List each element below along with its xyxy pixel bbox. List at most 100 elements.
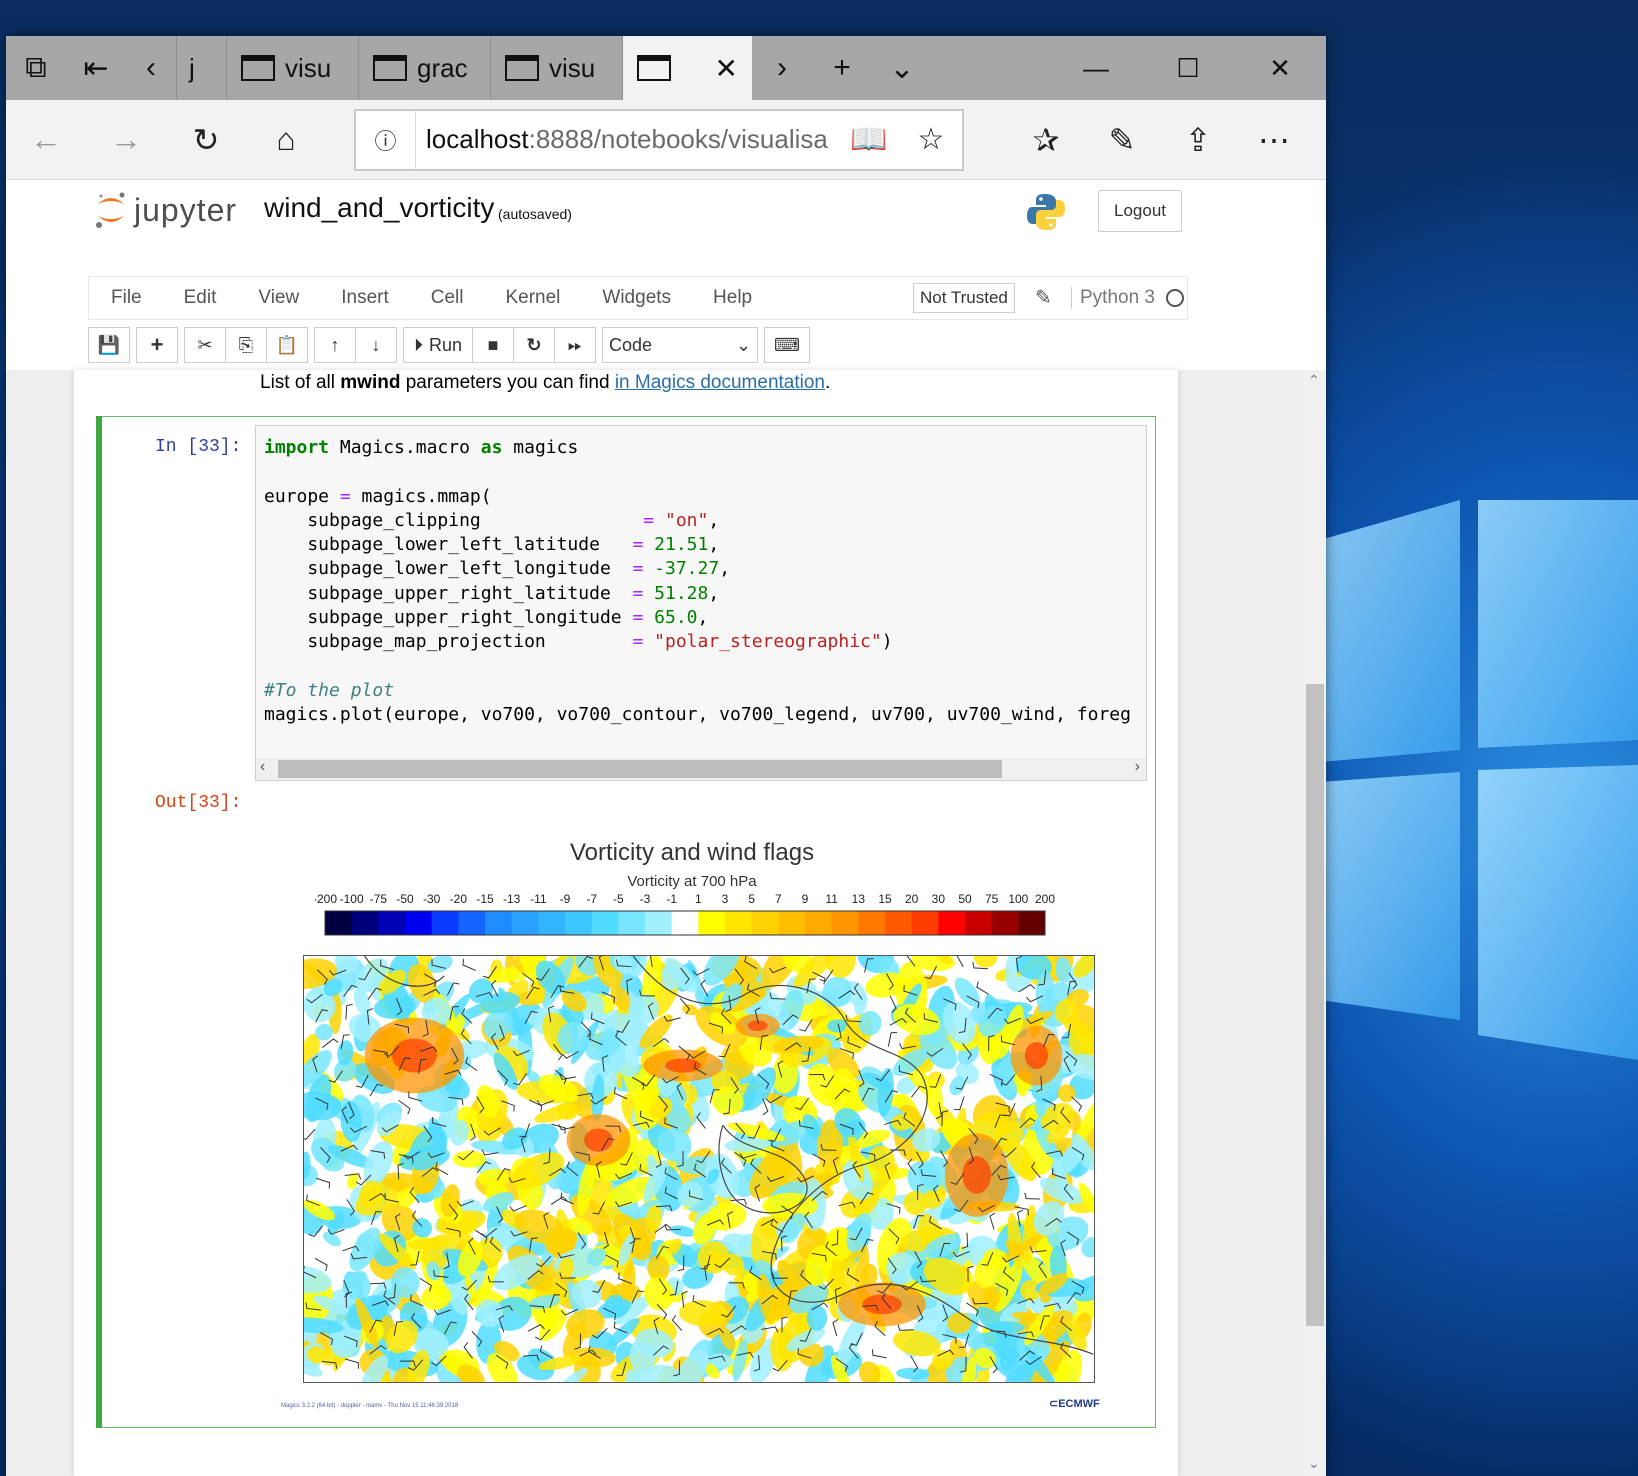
tab-preview-chevron-icon[interactable]: ⌄ (872, 36, 932, 100)
vorticity-legend-colorbar: -200 -100 -75 -50 -30 -20 -15 -13 -11 -9 -7 -5 -3 -1 1… (315, 892, 1055, 936)
code-token: , (719, 558, 731, 580)
legend-tick-label: 75 (985, 892, 999, 906)
legend-tick-label: -200 (315, 892, 337, 906)
tab-2[interactable]: visu (226, 36, 358, 100)
tab-label: visu (285, 52, 332, 83)
set-aside-tabs-icon[interactable]: ⇤ (66, 36, 126, 100)
stop-square-icon[interactable]: ■ (472, 327, 515, 363)
code-token: -37.27 (654, 558, 720, 580)
code-token: magics.mmap( (350, 485, 492, 507)
code-token: , (708, 534, 720, 556)
jupyter-logo[interactable]: jupyter (94, 190, 237, 230)
code-token: = (643, 509, 655, 531)
url-text[interactable]: localhost:8888/notebooks/visualisa (416, 124, 838, 155)
menu-cell[interactable]: Cell (410, 287, 485, 309)
menu-edit[interactable]: Edit (163, 287, 238, 309)
code-token: = (632, 534, 644, 556)
close-window-icon[interactable]: ✕ (1234, 36, 1326, 100)
move-down-arrow-icon[interactable]: ↓ (355, 327, 397, 363)
scroll-left-icon[interactable]: ‹ (260, 758, 265, 776)
reading-view-icon[interactable]: 📖 (838, 122, 900, 157)
legend-swatch (591, 911, 619, 935)
back-arrow-icon[interactable]: ← (6, 121, 86, 158)
legend-swatch (351, 911, 379, 935)
menu-view[interactable]: View (237, 287, 320, 309)
horizontal-scroll-thumb[interactable] (278, 760, 1002, 778)
code-cell-selected[interactable]: In [33]: import Magics.macro as magics e… (96, 416, 1156, 1428)
legend-tick-label: -11 (530, 892, 547, 906)
save-icon[interactable]: 💾 (88, 327, 130, 363)
cut-scissors-icon[interactable]: ✂ (184, 327, 226, 363)
vertical-scroll-thumb[interactable] (1306, 684, 1324, 1326)
page-vertical-scrollbar[interactable]: ⌃ ⌄ (1304, 370, 1326, 1476)
high-vorticity-core (962, 1156, 992, 1194)
tab-3[interactable]: grac (358, 36, 490, 100)
high-vorticity-core (584, 1128, 613, 1152)
menu-insert[interactable]: Insert (320, 287, 410, 309)
kernel-name: Python 3 (1071, 287, 1155, 309)
paste-icon[interactable]: 📋 (266, 327, 308, 363)
keyboard-icon[interactable]: ⌨ (764, 327, 811, 363)
scroll-right-icon[interactable]: › (1135, 758, 1140, 776)
share-icon[interactable]: ⇪ (1160, 121, 1236, 159)
copy-icon[interactable]: ⎘ (225, 327, 267, 363)
md-middle: parameters you can find (400, 372, 615, 393)
more-options-icon[interactable]: ⋯ (1236, 121, 1312, 159)
code-token: import (264, 437, 330, 458)
tab-manager-icon[interactable]: ⧉ (6, 36, 66, 100)
favorites-list-icon[interactable]: ✰ (1008, 121, 1084, 159)
horizontal-scrollbar[interactable]: ‹ › (256, 758, 1146, 780)
high-vorticity-core (1024, 1042, 1049, 1069)
logout-button[interactable]: Logout (1098, 190, 1182, 232)
legend-swatch (1018, 911, 1046, 935)
code-token: europe (264, 485, 340, 507)
scroll-up-chevron-icon[interactable]: ⌃ (1308, 372, 1320, 389)
scroll-down-chevron-icon[interactable]: ⌄ (1308, 1455, 1320, 1472)
new-tab-icon[interactable]: + (812, 36, 872, 100)
menu-widgets[interactable]: Widgets (581, 287, 692, 309)
web-note-pen-icon[interactable]: ✎ (1084, 121, 1160, 159)
minimize-icon[interactable]: — (1050, 36, 1142, 100)
forward-arrow-icon[interactable]: → (86, 121, 166, 158)
menu-help[interactable]: Help (692, 287, 773, 309)
favorite-star-icon[interactable]: ☆ (900, 122, 962, 157)
tab-active[interactable]: ✕ (622, 36, 752, 100)
code-token: , (697, 607, 709, 629)
restart-icon[interactable]: ↻ (513, 327, 556, 363)
scroll-tabs-right-icon[interactable]: › (752, 36, 812, 100)
home-icon[interactable]: ⌂ (246, 121, 326, 158)
refresh-icon[interactable]: ↻ (166, 121, 246, 159)
ecmwf-logo: ⊂ECMWF (1049, 1398, 1100, 1410)
md-bold: mwind (340, 372, 401, 393)
notebook-name[interactable]: wind_and_vorticity (264, 192, 494, 224)
tab-4[interactable]: visu (490, 36, 622, 100)
run-label: Run (429, 334, 463, 355)
code-token: ) (881, 631, 893, 653)
not-trusted-button[interactable]: Not Trusted (913, 283, 1015, 313)
legend-tick-label: 9 (802, 892, 809, 906)
tab-1[interactable]: j (176, 36, 226, 100)
legend-swatch (325, 911, 353, 935)
move-up-arrow-icon[interactable]: ↑ (314, 327, 356, 363)
maximize-icon[interactable]: ☐ (1142, 36, 1234, 100)
menu-file[interactable]: File (89, 287, 163, 309)
run-button[interactable]: ⏵︎ Run (403, 327, 474, 363)
insert-cell-plus-icon[interactable]: + (136, 327, 178, 363)
address-bar[interactable]: ⓘ localhost:8888/notebooks/visualisa 📖 ☆ (354, 108, 964, 171)
jupyter-logo-text: jupyter (134, 191, 238, 228)
code-editor[interactable]: import Magics.macro as magics europe = m… (255, 425, 1147, 781)
cell-type-select[interactable]: Code ⌄ (602, 327, 759, 363)
legend-tick-label: 30 (932, 892, 946, 906)
fast-forward-icon[interactable]: ⏩︎ (554, 327, 597, 363)
high-vorticity-core (665, 1058, 701, 1073)
scroll-tabs-left-icon[interactable]: ‹ (126, 36, 176, 100)
legend-tick-label: 50 (958, 892, 972, 906)
menu-kernel[interactable]: Kernel (484, 287, 581, 309)
legend-tick-label: 20 (905, 892, 919, 906)
magics-documentation-link[interactable]: in Magics documentation (615, 372, 825, 393)
code-token: subpage_upper_right_longitude (264, 607, 633, 629)
figure-title: Vorticity and wind flags (569, 839, 815, 866)
close-tab-icon[interactable]: ✕ (715, 52, 738, 85)
site-info-icon[interactable]: ⓘ (356, 110, 416, 169)
legend-swatch (938, 911, 966, 935)
